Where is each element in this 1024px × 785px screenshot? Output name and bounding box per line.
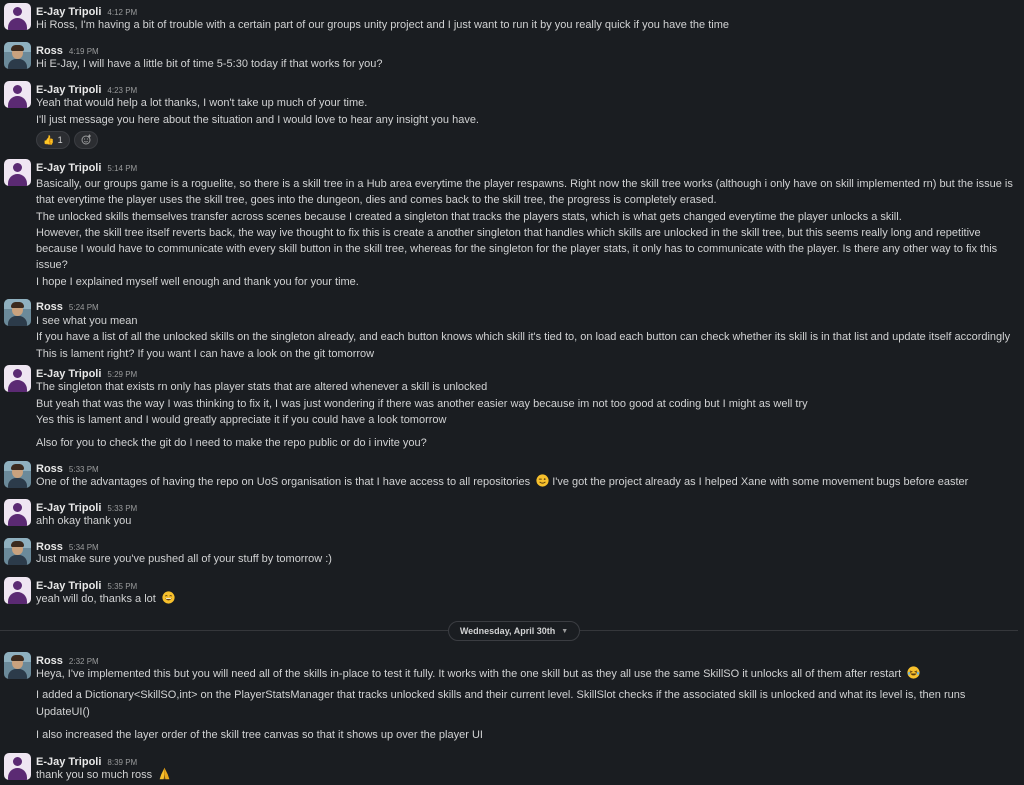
- timestamp[interactable]: 4:23 PM: [107, 86, 137, 95]
- timestamp[interactable]: 5:14 PM: [107, 164, 137, 173]
- message-text: Heya, I've implemented this but you will…: [36, 668, 902, 680]
- message-text: Hi E-Jay, I will have a little bit of ti…: [36, 58, 383, 70]
- timestamp[interactable]: 5:35 PM: [107, 582, 137, 591]
- reaction-thumbs-up[interactable]: 👍 1: [36, 131, 70, 149]
- message-text: If you have a list of all the unlocked s…: [36, 331, 1011, 344]
- folded-hands-icon: [155, 767, 171, 781]
- timestamp[interactable]: 4:19 PM: [69, 47, 99, 56]
- timestamp[interactable]: 4:12 PM: [107, 8, 137, 17]
- message-text: Basically, our groups game is a roguelit…: [36, 178, 1013, 190]
- message-text: UpdateUI(): [36, 706, 90, 718]
- avatar[interactable]: [4, 499, 31, 526]
- message-text: The singleton that exists rn only has pl…: [36, 381, 488, 393]
- message-text: Also for you to check the git do I need …: [36, 437, 427, 449]
- winking-face-icon: [533, 474, 552, 488]
- message-text: This is lament right? If you want I can …: [36, 347, 375, 360]
- message-text: Yeah that would help a lot thanks, I won…: [36, 97, 368, 109]
- avatar[interactable]: [4, 3, 31, 30]
- avatar[interactable]: [4, 42, 31, 69]
- message-text: Yes this is lament and I would greatly a…: [36, 414, 447, 426]
- message-text: One of the advantages of having the repo…: [36, 476, 531, 488]
- add-reaction-icon: [81, 134, 92, 147]
- message-text: thank you so much ross: [36, 769, 153, 781]
- author-name[interactable]: E-Jay Tripoli: [36, 6, 101, 18]
- message-body: Heya, I've implemented this but you will…: [36, 666, 920, 682]
- avatar[interactable]: [4, 753, 31, 780]
- timestamp[interactable]: 5:24 PM: [69, 303, 99, 312]
- author-name[interactable]: E-Jay Tripoli: [36, 368, 101, 380]
- message-text: yeah will do, thanks a lot: [36, 593, 156, 605]
- timestamp[interactable]: 5:34 PM: [69, 543, 99, 552]
- chevron-down-icon: ▼: [561, 627, 569, 635]
- author-name[interactable]: Ross: [36, 45, 63, 57]
- avatar[interactable]: [4, 365, 31, 392]
- avatar[interactable]: [4, 577, 31, 604]
- timestamp[interactable]: 5:33 PM: [69, 465, 99, 474]
- message-text: But yeah that was the way I was thinking…: [36, 398, 808, 410]
- message-body: Basically, our groups game is a roguelit…: [36, 176, 1020, 290]
- message-text: I added a Dictionary<SkillSO,int> on the…: [36, 689, 966, 701]
- avatar[interactable]: [4, 538, 31, 565]
- message-text: Just make sure you've pushed all of your…: [36, 553, 332, 565]
- timestamp[interactable]: 5:29 PM: [107, 370, 137, 379]
- message-text: However, the skill tree itself reverts b…: [36, 226, 981, 239]
- message-body: One of the advantages of having the repo…: [36, 474, 968, 490]
- message-text: issue?: [36, 259, 68, 272]
- message-text: ahh okay thank you: [36, 515, 132, 527]
- message-body: thank you so much ross: [36, 767, 171, 783]
- date-label: Wednesday, April 30th: [459, 626, 556, 636]
- message-text: I see what you mean: [36, 315, 138, 327]
- date-divider[interactable]: Wednesday, April 30th ▼: [448, 621, 580, 641]
- reaction-count: 1: [57, 135, 63, 145]
- message-text: The unlocked skills themselves transfer …: [36, 210, 902, 223]
- author-name[interactable]: Ross: [36, 301, 63, 313]
- add-reaction-button[interactable]: [74, 131, 98, 149]
- message-text: that everytime the player uses the skill…: [36, 194, 717, 207]
- author-name[interactable]: E-Jay Tripoli: [36, 84, 101, 96]
- author-name[interactable]: E-Jay Tripoli: [36, 502, 101, 514]
- avatar[interactable]: [4, 159, 31, 186]
- message-body: yeah will do, thanks a lot: [36, 591, 175, 607]
- timestamp[interactable]: 2:32 PM: [69, 657, 99, 666]
- message-text: I hope I explained myself well enough an…: [36, 275, 359, 288]
- message-text: because I would have to communicate with…: [36, 243, 998, 256]
- message-text: I've got the project already as I helped…: [552, 476, 969, 488]
- timestamp[interactable]: 8:39 PM: [107, 758, 137, 767]
- author-name[interactable]: E-Jay Tripoli: [36, 162, 101, 174]
- message-text: Hi Ross, I'm having a bit of trouble wit…: [36, 19, 729, 31]
- avatar[interactable]: [4, 299, 31, 326]
- message-text: I also increased the layer order of the …: [36, 729, 483, 741]
- message-body: I see what you mean If you have a list o…: [36, 313, 1020, 362]
- timestamp[interactable]: 5:33 PM: [107, 504, 137, 513]
- laughing-face-icon: [904, 666, 920, 680]
- message-text: I'll just message you here about the sit…: [36, 114, 479, 126]
- avatar[interactable]: [4, 81, 31, 108]
- grinning-face-icon: [159, 591, 175, 605]
- avatar[interactable]: [4, 652, 31, 679]
- avatar[interactable]: [4, 461, 31, 488]
- thumbs-up-icon: 👍: [43, 134, 55, 145]
